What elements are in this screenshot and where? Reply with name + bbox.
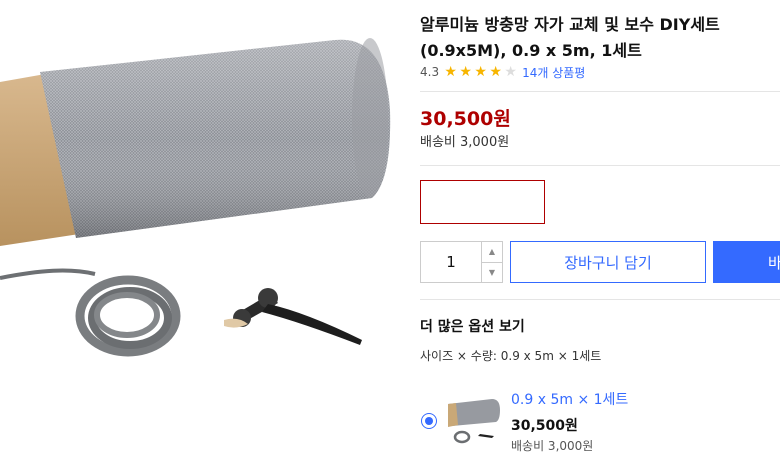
product-title-line1: 알루미늄 방충망 자가 교체 및 보수 DIY세트 [420,15,720,34]
add-to-cart-button[interactable]: 장바구니 담기 [510,241,706,283]
buy-now-button[interactable]: 바 [713,241,780,283]
chevron-up-icon[interactable]: ▲ [482,242,502,262]
product-title: 알루미늄 방충망 자가 교체 및 보수 DIY세트 (0.9x5M), 0.9 … [420,12,780,64]
option-shipping: 배송비 3,000원 [511,439,594,453]
sale-price: 30,500원 [420,108,511,130]
review-count-link[interactable]: 14개 상품평 [522,64,585,81]
option-thumbnail [448,399,500,444]
product-image [0,0,400,400]
star-rating: ★ ★ ★ ★ ★ [443,65,518,79]
rating-row: 4.3 ★ ★ ★ ★ ★ 14개 상품평 [420,63,585,81]
divider [420,165,780,166]
quantity-input[interactable]: 1 [421,242,482,282]
star-icon: ★ [489,64,502,80]
star-icon: ★ [504,64,517,80]
screen-mesh-kit-illustration [0,38,391,357]
option-radio[interactable] [421,413,437,429]
product-info-panel: 알루미늄 방충망 자가 교체 및 보수 DIY세트 (0.9x5M), 0.9 … [420,0,780,458]
option-summary: 사이즈 × 수량: 0.9 x 5m × 1세트 [420,349,602,363]
star-icon: ★ [474,64,487,80]
product-title-line2: (0.9x5M), 0.9 x 5m, 1세트 [420,41,642,60]
shipping-fee: 배송비 3,000원 [420,135,510,150]
option-list-item[interactable]: 0.9 x 5m × 1세트 30,500원 배송비 3,000원 [420,388,780,458]
more-options-heading: 더 많은 옵션 보기 [420,319,525,335]
option-select-box[interactable] [420,180,545,224]
option-price: 30,500원 [511,418,578,434]
star-icon: ★ [444,64,457,80]
option-name[interactable]: 0.9 x 5m × 1세트 [511,389,628,409]
chevron-down-icon[interactable]: ▼ [482,261,502,283]
quantity-stepper: 1 ▲ ▼ [420,241,503,283]
rating-score: 4.3 [420,65,440,79]
star-icon: ★ [459,64,472,80]
divider [420,91,780,92]
divider [420,299,780,300]
radio-selected-dot [425,417,433,425]
quantity-buttons: ▲ ▼ [482,242,502,282]
